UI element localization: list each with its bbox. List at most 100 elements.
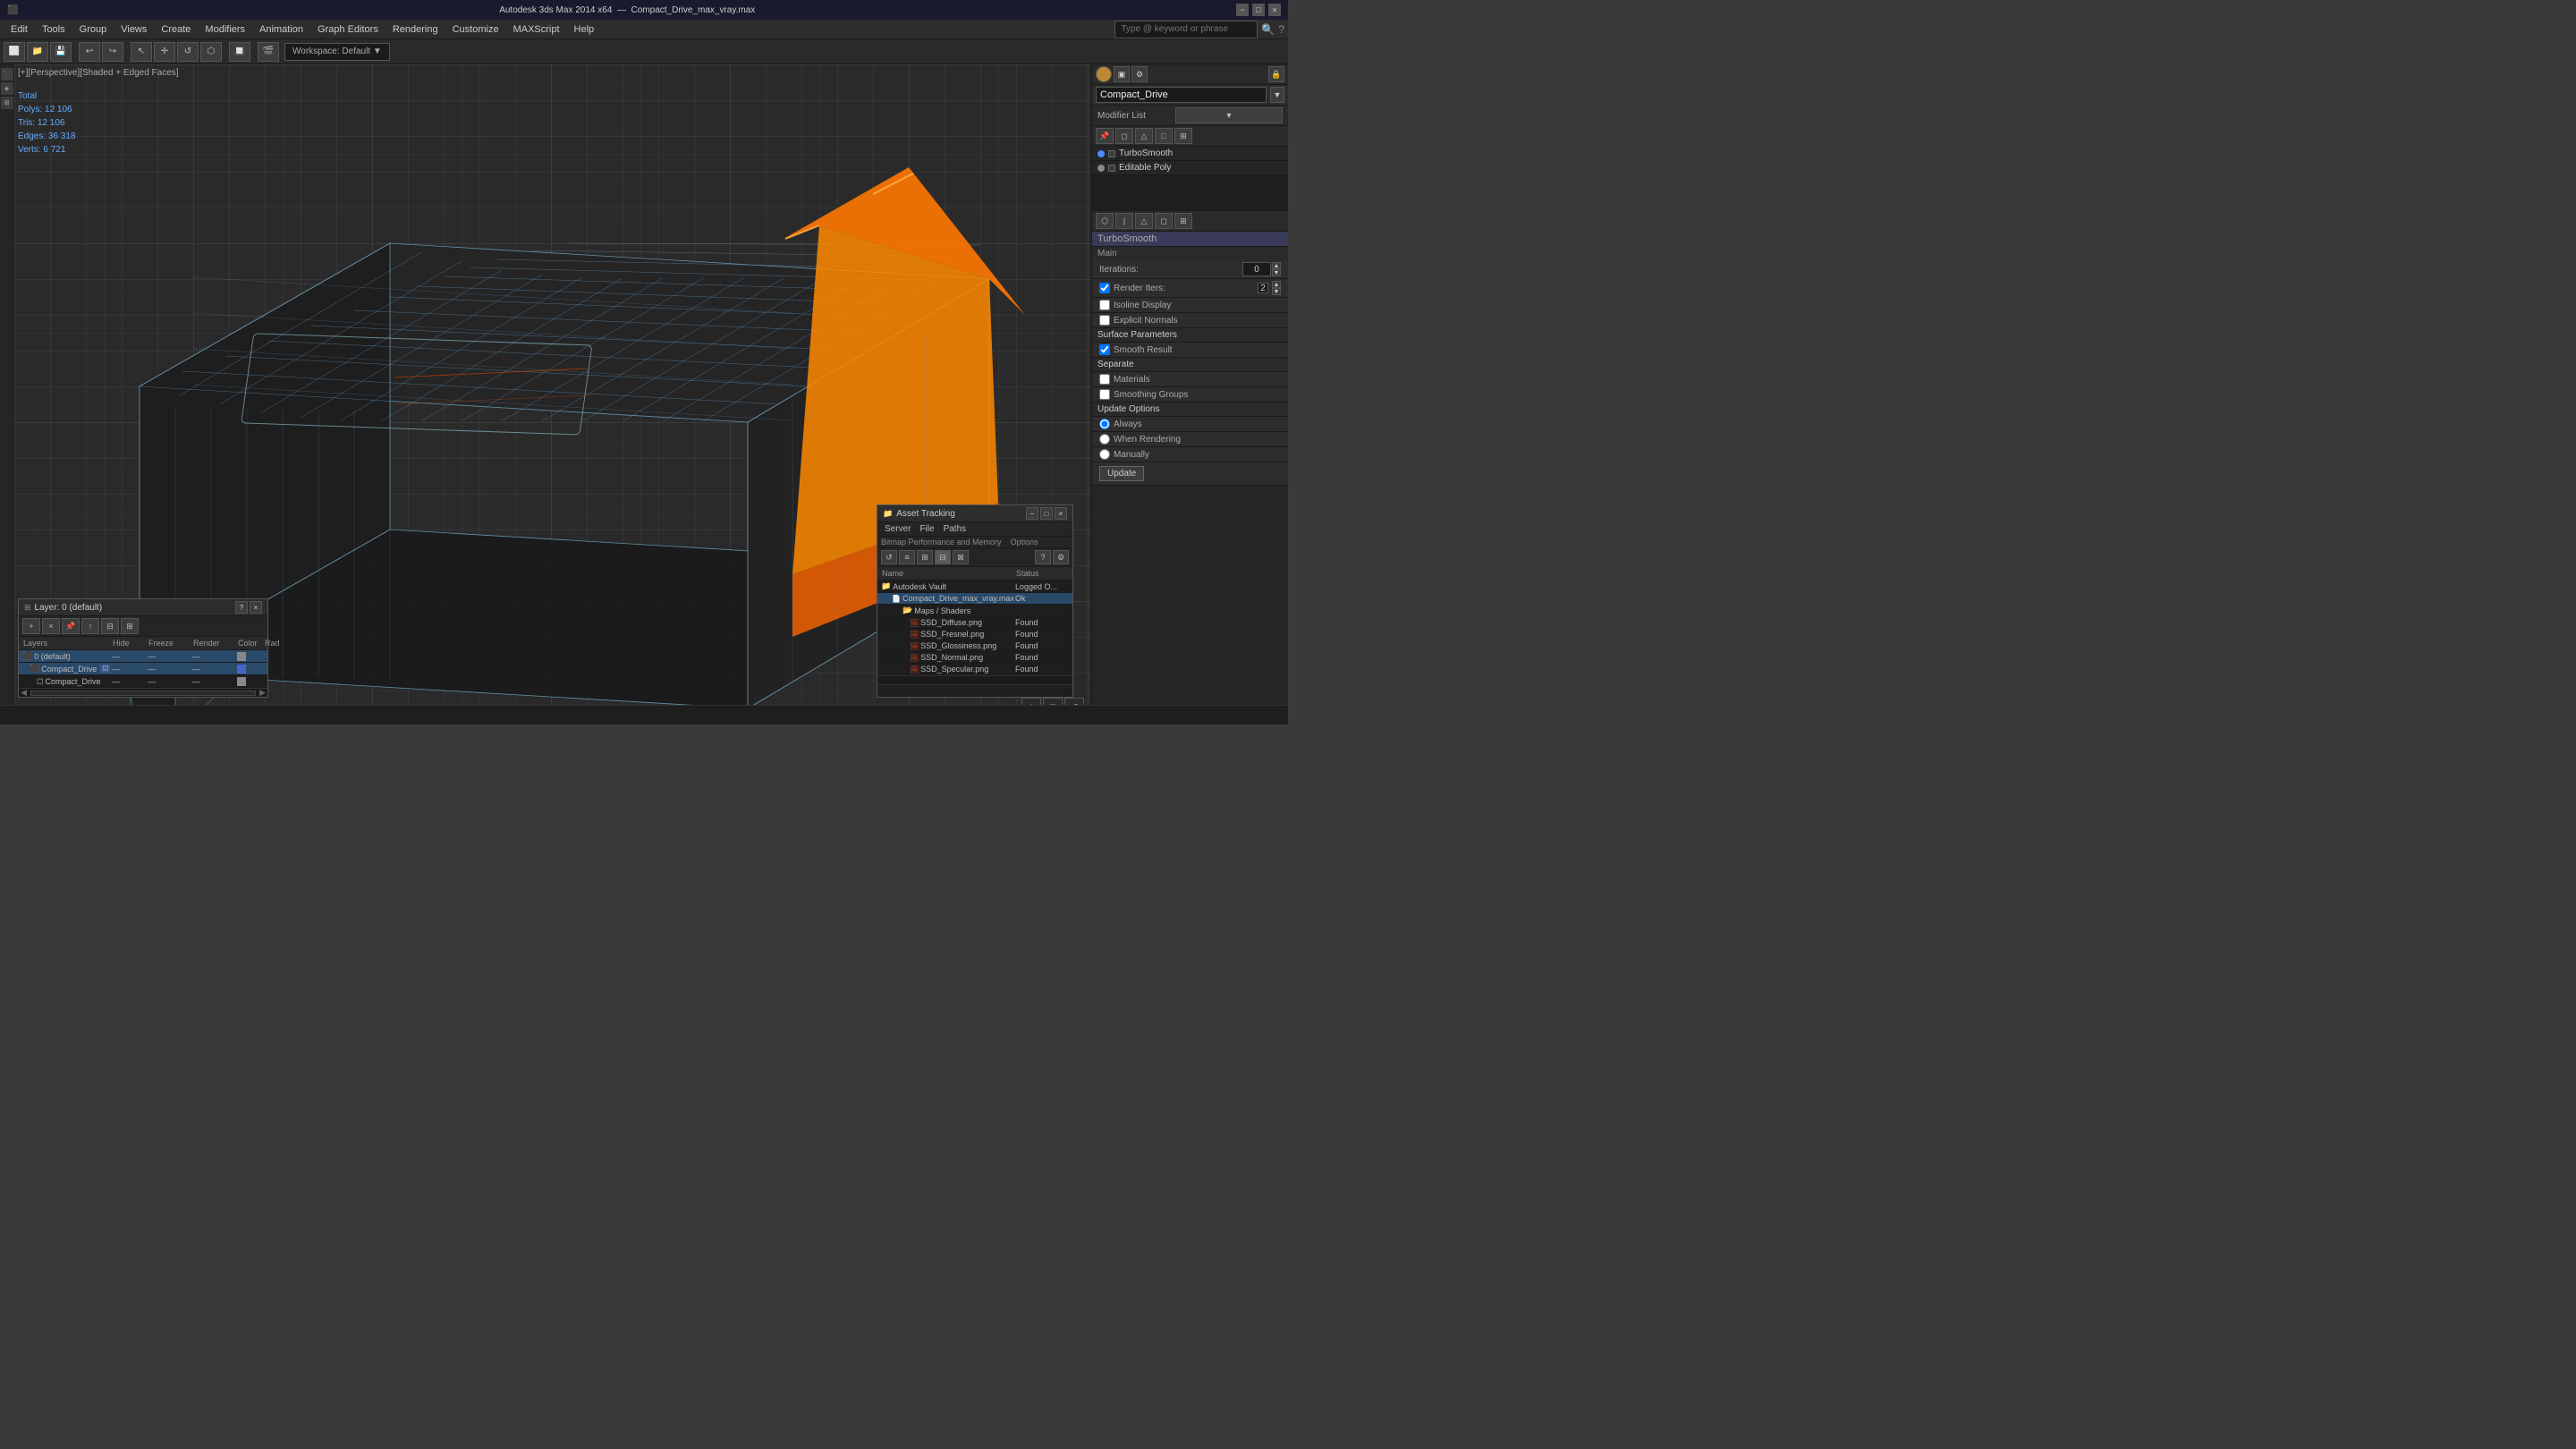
save-button[interactable]: 💾 <box>50 42 72 62</box>
at-minimize-button[interactable]: − <box>1026 507 1038 520</box>
object-dropdown[interactable]: ▼ <box>1270 87 1284 103</box>
at-help-button-2[interactable]: ⚙ <box>1053 550 1069 564</box>
layers-help-button[interactable]: ? <box>235 601 248 614</box>
render-iters-up[interactable]: ▲ <box>1272 281 1281 288</box>
mod-icon-2[interactable]: | <box>1115 213 1133 229</box>
modifier-vis-toggle[interactable] <box>1108 150 1115 157</box>
at-maximize-button[interactable]: □ <box>1040 507 1053 520</box>
layer-row-default[interactable]: ⬛ 0 (default) — — — <box>19 650 267 663</box>
select-button[interactable]: ↖ <box>131 42 152 62</box>
search-input[interactable] <box>1114 21 1258 38</box>
layers-move-button[interactable]: ↑ <box>81 618 99 634</box>
new-button[interactable]: ⬜ <box>4 42 25 62</box>
update-button[interactable]: Update <box>1099 466 1144 481</box>
menu-item-graph-editors[interactable]: Graph Editors <box>310 22 386 37</box>
layers-close-button[interactable]: × <box>250 601 262 614</box>
at-scrollbar-h[interactable] <box>877 675 1072 684</box>
menu-item-rendering[interactable]: Rendering <box>386 22 445 37</box>
render-iters-input[interactable] <box>1258 283 1268 293</box>
at-detail-button[interactable]: ⊟ <box>935 550 951 564</box>
scale-button[interactable]: ⬡ <box>200 42 222 62</box>
menu-item-views[interactable]: Views <box>114 22 154 37</box>
layers-fold-button[interactable]: ⊟ <box>101 618 119 634</box>
modifier-delete-icon[interactable]: □ <box>1155 128 1173 144</box>
at-refresh-button[interactable]: ↺ <box>881 550 897 564</box>
modifier-add-icon[interactable]: △ <box>1135 128 1153 144</box>
modifier-select-icon[interactable]: ◻ <box>1115 128 1133 144</box>
snap-button[interactable]: 🔲 <box>229 42 250 62</box>
undo-button[interactable]: ↩ <box>79 42 100 62</box>
minimize-button[interactable]: − <box>1236 4 1249 16</box>
layer-row-compact-drive-obj[interactable]: ◻ Compact_Drive — — — <box>19 675 267 688</box>
utility-icon[interactable]: ⚙ <box>1131 66 1148 82</box>
at-row-glossiness[interactable]: 🖼 SSD_Glossiness.png Found <box>877 640 1072 652</box>
iterations-down[interactable]: ▼ <box>1272 269 1281 276</box>
maximize-button[interactable]: □ <box>1252 4 1265 16</box>
menu-item-modifiers[interactable]: Modifiers <box>198 22 252 37</box>
mod-icon-3[interactable]: △ <box>1135 213 1153 229</box>
when-rendering-radio[interactable] <box>1099 434 1110 445</box>
layers-expand-button[interactable]: ⊞ <box>121 618 139 634</box>
display-icon[interactable]: ▣ <box>1114 66 1130 82</box>
left-tool-3[interactable]: ⊞ <box>1 97 13 109</box>
layers-scrollbar-track[interactable] <box>30 691 256 696</box>
object-name-input[interactable] <box>1096 87 1267 103</box>
mod-icon-5[interactable]: ⊞ <box>1174 213 1192 229</box>
layers-add-button[interactable]: + <box>22 618 40 634</box>
modifier-grid-icon[interactable]: ⊞ <box>1174 128 1192 144</box>
menu-item-maxscript[interactable]: MAXScript <box>506 22 567 37</box>
menu-item-help[interactable]: Help <box>567 22 602 37</box>
iterations-spinner[interactable]: ▲ ▼ <box>1242 262 1281 276</box>
always-radio[interactable] <box>1099 419 1110 429</box>
layer-row-compact-drive[interactable]: ⬛ Compact_Drive ☑ — — — <box>19 663 267 675</box>
render-button[interactable]: 🎬 <box>258 42 279 62</box>
at-menu-server[interactable]: Server <box>881 523 914 535</box>
layers-pin-button[interactable]: 📌 <box>62 618 80 634</box>
menu-item-edit[interactable]: Edit <box>4 22 35 37</box>
modifier-pin-icon[interactable]: 📌 <box>1096 128 1114 144</box>
mod-icon-1[interactable]: ⬡ <box>1096 213 1114 229</box>
modifier-turbosmooth[interactable]: TurboSmooth <box>1092 147 1288 161</box>
at-menu-paths[interactable]: Paths <box>940 523 970 535</box>
at-list-button[interactable]: ≡ <box>899 550 915 564</box>
smooth-result-checkbox[interactable] <box>1099 344 1110 355</box>
render-iters-spinner[interactable]: ▲ ▼ <box>1272 281 1281 295</box>
render-iters-checkbox[interactable] <box>1099 283 1110 293</box>
workspace-dropdown[interactable]: Workspace: Default ▼ <box>284 43 390 61</box>
at-row-vault[interactable]: 📁 Autodesk Vault Logged O... <box>877 580 1072 593</box>
at-help-button-1[interactable]: ? <box>1035 550 1051 564</box>
render-iters-down[interactable]: ▼ <box>1272 288 1281 295</box>
explicit-normals-checkbox[interactable] <box>1099 315 1110 326</box>
modifier-vis-toggle-2[interactable] <box>1108 165 1115 172</box>
layers-scrollbar[interactable]: ◀ ▶ <box>19 688 267 697</box>
close-button[interactable]: × <box>1268 4 1281 16</box>
lock-icon[interactable]: 🔒 <box>1268 66 1284 82</box>
rotate-button[interactable]: ↺ <box>177 42 199 62</box>
menu-item-group[interactable]: Group <box>72 22 114 37</box>
left-tool-1[interactable]: ⬛ <box>1 68 13 80</box>
manually-radio[interactable] <box>1099 449 1110 460</box>
at-row-specular[interactable]: 🖼 SSD_Specular.png Found <box>877 664 1072 675</box>
isoline-checkbox[interactable] <box>1099 300 1110 310</box>
at-row-fresnel[interactable]: 🖼 SSD_Fresnel.png Found <box>877 629 1072 640</box>
menu-item-tools[interactable]: Tools <box>35 22 72 37</box>
move-button[interactable]: ✛ <box>154 42 175 62</box>
menu-item-animation[interactable]: Animation <box>252 22 310 37</box>
at-row-file[interactable]: 📄 Compact_Drive_max_vray.max Ok <box>877 593 1072 605</box>
left-tool-2[interactable]: ◈ <box>1 82 13 95</box>
at-menu-file[interactable]: File <box>916 523 937 535</box>
modifier-editable-poly[interactable]: Editable Poly <box>1092 161 1288 175</box>
smoothing-groups-checkbox[interactable] <box>1099 389 1110 400</box>
at-row-maps[interactable]: 📂 Maps / Shaders <box>877 605 1072 617</box>
mod-icon-4[interactable]: ◻ <box>1155 213 1173 229</box>
material-icon[interactable] <box>1096 66 1112 82</box>
menu-item-customize[interactable]: Customize <box>445 22 506 37</box>
at-grid-button[interactable]: ⊞ <box>917 550 933 564</box>
iterations-up[interactable]: ▲ <box>1272 262 1281 269</box>
open-button[interactable]: 📁 <box>27 42 48 62</box>
at-close-button[interactable]: × <box>1055 507 1067 520</box>
at-row-diffuse[interactable]: 🖼 SSD_Diffuse.png Found <box>877 617 1072 629</box>
materials-checkbox[interactable] <box>1099 374 1110 385</box>
menu-item-create[interactable]: Create <box>154 22 198 37</box>
layers-delete-button[interactable]: × <box>42 618 60 634</box>
